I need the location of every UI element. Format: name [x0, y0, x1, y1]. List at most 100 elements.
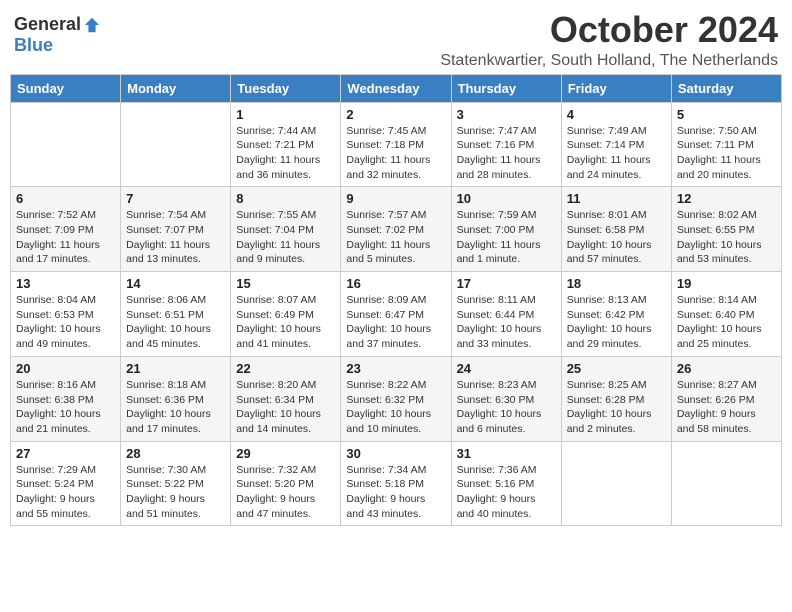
calendar-week-row: 13 Sunrise: 8:04 AMSunset: 6:53 PMDayligh…	[11, 272, 782, 357]
calendar-cell: 23Sunrise: 8:22 AMSunset: 6:32 PMDayligh…	[341, 356, 451, 441]
day-info: Sunrise: 7:45 AMSunset: 7:18 PMDaylight:…	[346, 124, 445, 183]
calendar-cell: 15Sunrise: 8:07 AMSunset: 6:49 PMDayligh…	[231, 272, 341, 357]
day-number: 12	[677, 191, 776, 206]
day-number: 16	[346, 276, 445, 291]
calendar-table: SundayMondayTuesdayWednesdayThursdayFrid…	[10, 74, 782, 527]
logo-blue-text: Blue	[14, 35, 53, 56]
calendar-cell: 21 Sunrise: 8:18 AMSunset: 6:36 PMDayligh…	[121, 356, 231, 441]
day-number: 30	[346, 446, 445, 461]
day-number: 18	[567, 276, 666, 291]
day-number: 10	[457, 191, 556, 206]
weekday-header: Wednesday	[341, 74, 451, 102]
calendar-cell: 2 Sunrise: 7:45 AMSunset: 7:18 PMDaylight…	[341, 102, 451, 187]
weekday-header-row: SundayMondayTuesdayWednesdayThursdayFrid…	[11, 74, 782, 102]
calendar-cell: 17 Sunrise: 8:11 AMSunset: 6:44 PMDayligh…	[451, 272, 561, 357]
day-number: 22	[236, 361, 335, 376]
day-number: 24	[457, 361, 556, 376]
calendar-cell: 14 Sunrise: 8:06 AMSunset: 6:51 PMDayligh…	[121, 272, 231, 357]
day-info: Sunrise: 7:52 AMSunset: 7:09 PMDaylight:…	[16, 208, 115, 267]
day-number: 1	[236, 107, 335, 122]
day-number: 6	[16, 191, 115, 206]
weekday-header: Sunday	[11, 74, 121, 102]
calendar-week-row: 1 Sunrise: 7:44 AMSunset: 7:21 PMDaylight…	[11, 102, 782, 187]
calendar-cell: 22Sunrise: 8:20 AMSunset: 6:34 PMDayligh…	[231, 356, 341, 441]
day-info: Sunrise: 7:49 AMSunset: 7:14 PMDaylight:…	[567, 124, 666, 183]
weekday-header: Friday	[561, 74, 671, 102]
day-number: 5	[677, 107, 776, 122]
day-number: 26	[677, 361, 776, 376]
day-info: Sunrise: 8:06 AMSunset: 6:51 PMDaylight:…	[126, 293, 225, 352]
day-number: 31	[457, 446, 556, 461]
calendar-cell	[671, 441, 781, 526]
weekday-header: Tuesday	[231, 74, 341, 102]
calendar-cell: 25 Sunrise: 8:25 AMSunset: 6:28 PMDayligh…	[561, 356, 671, 441]
title-area: October 2024 Statenkwartier, South Holla…	[440, 10, 778, 70]
day-number: 17	[457, 276, 556, 291]
calendar-cell: 8Sunrise: 7:55 AMSunset: 7:04 PMDaylight…	[231, 187, 341, 272]
day-info: Sunrise: 8:09 AMSunset: 6:47 PMDaylight:…	[346, 293, 445, 352]
day-info: Sunrise: 8:22 AMSunset: 6:32 PMDaylight:…	[346, 378, 445, 437]
weekday-header: Thursday	[451, 74, 561, 102]
logo-icon	[83, 16, 101, 34]
calendar-cell: 28Sunrise: 7:30 AMSunset: 5:22 PMDayligh…	[121, 441, 231, 526]
day-info: Sunrise: 8:13 AMSunset: 6:42 PMDaylight:…	[567, 293, 666, 352]
day-info: Sunrise: 8:25 AMSunset: 6:28 PMDaylight:…	[567, 378, 666, 437]
day-info: Sunrise: 8:16 AMSunset: 6:38 PMDaylight:…	[16, 378, 115, 437]
day-info: Sunrise: 8:04 AMSunset: 6:53 PMDaylight:…	[16, 293, 115, 352]
day-info: Sunrise: 7:29 AMSunset: 5:24 PMDaylight:…	[16, 463, 115, 522]
day-number: 21	[126, 361, 225, 376]
location-title: Statenkwartier, South Holland, The Nethe…	[440, 52, 778, 70]
calendar-cell: 4Sunrise: 7:49 AMSunset: 7:14 PMDaylight…	[561, 102, 671, 187]
day-info: Sunrise: 7:54 AMSunset: 7:07 PMDaylight:…	[126, 208, 225, 267]
day-number: 29	[236, 446, 335, 461]
calendar-cell: 1 Sunrise: 7:44 AMSunset: 7:21 PMDaylight…	[231, 102, 341, 187]
day-number: 7	[126, 191, 225, 206]
day-number: 19	[677, 276, 776, 291]
day-number: 25	[567, 361, 666, 376]
calendar-cell: 5 Sunrise: 7:50 AMSunset: 7:11 PMDaylight…	[671, 102, 781, 187]
calendar-cell: 26 Sunrise: 8:27 AMSunset: 6:26 PMDayligh…	[671, 356, 781, 441]
day-number: 11	[567, 191, 666, 206]
calendar-cell	[561, 441, 671, 526]
day-number: 14	[126, 276, 225, 291]
day-info: Sunrise: 8:14 AMSunset: 6:40 PMDaylight:…	[677, 293, 776, 352]
calendar-cell: 24 Sunrise: 8:23 AMSunset: 6:30 PMDayligh…	[451, 356, 561, 441]
day-number: 3	[457, 107, 556, 122]
day-info: Sunrise: 8:01 AMSunset: 6:58 PMDaylight:…	[567, 208, 666, 267]
calendar-cell: 31Sunrise: 7:36 AMSunset: 5:16 PMDayligh…	[451, 441, 561, 526]
day-number: 8	[236, 191, 335, 206]
day-info: Sunrise: 8:02 AMSunset: 6:55 PMDaylight:…	[677, 208, 776, 267]
calendar-cell: 30 Sunrise: 7:34 AMSunset: 5:18 PMDayligh…	[341, 441, 451, 526]
day-number: 13	[16, 276, 115, 291]
day-info: Sunrise: 7:50 AMSunset: 7:11 PMDaylight:…	[677, 124, 776, 183]
logo-general-text: General	[14, 14, 81, 35]
calendar-cell: 29 Sunrise: 7:32 AMSunset: 5:20 PMDayligh…	[231, 441, 341, 526]
calendar-cell: 3 Sunrise: 7:47 AMSunset: 7:16 PMDaylight…	[451, 102, 561, 187]
day-info: Sunrise: 8:27 AMSunset: 6:26 PMDaylight:…	[677, 378, 776, 437]
day-info: Sunrise: 7:59 AMSunset: 7:00 PMDaylight:…	[457, 208, 556, 267]
calendar-cell: 9Sunrise: 7:57 AMSunset: 7:02 PMDaylight…	[341, 187, 451, 272]
calendar-week-row: 27Sunrise: 7:29 AMSunset: 5:24 PMDayligh…	[11, 441, 782, 526]
calendar-cell: 7 Sunrise: 7:54 AMSunset: 7:07 PMDaylight…	[121, 187, 231, 272]
calendar-cell	[121, 102, 231, 187]
weekday-header: Monday	[121, 74, 231, 102]
calendar-week-row: 6 Sunrise: 7:52 AMSunset: 7:09 PMDaylight…	[11, 187, 782, 272]
day-info: Sunrise: 8:11 AMSunset: 6:44 PMDaylight:…	[457, 293, 556, 352]
calendar-cell: 18 Sunrise: 8:13 AMSunset: 6:42 PMDayligh…	[561, 272, 671, 357]
month-title: October 2024	[440, 10, 778, 50]
day-number: 20	[16, 361, 115, 376]
calendar-cell: 6 Sunrise: 7:52 AMSunset: 7:09 PMDaylight…	[11, 187, 121, 272]
day-info: Sunrise: 7:44 AMSunset: 7:21 PMDaylight:…	[236, 124, 335, 183]
calendar-cell	[11, 102, 121, 187]
day-info: Sunrise: 8:23 AMSunset: 6:30 PMDaylight:…	[457, 378, 556, 437]
header: General Blue October 2024 Statenkwartier…	[10, 10, 782, 70]
day-info: Sunrise: 7:34 AMSunset: 5:18 PMDaylight:…	[346, 463, 445, 522]
day-info: Sunrise: 7:30 AMSunset: 5:22 PMDaylight:…	[126, 463, 225, 522]
calendar-cell: 16 Sunrise: 8:09 AMSunset: 6:47 PMDayligh…	[341, 272, 451, 357]
day-number: 15	[236, 276, 335, 291]
calendar-cell: 27Sunrise: 7:29 AMSunset: 5:24 PMDayligh…	[11, 441, 121, 526]
day-info: Sunrise: 7:47 AMSunset: 7:16 PMDaylight:…	[457, 124, 556, 183]
day-info: Sunrise: 8:18 AMSunset: 6:36 PMDaylight:…	[126, 378, 225, 437]
day-number: 2	[346, 107, 445, 122]
day-info: Sunrise: 7:32 AMSunset: 5:20 PMDaylight:…	[236, 463, 335, 522]
